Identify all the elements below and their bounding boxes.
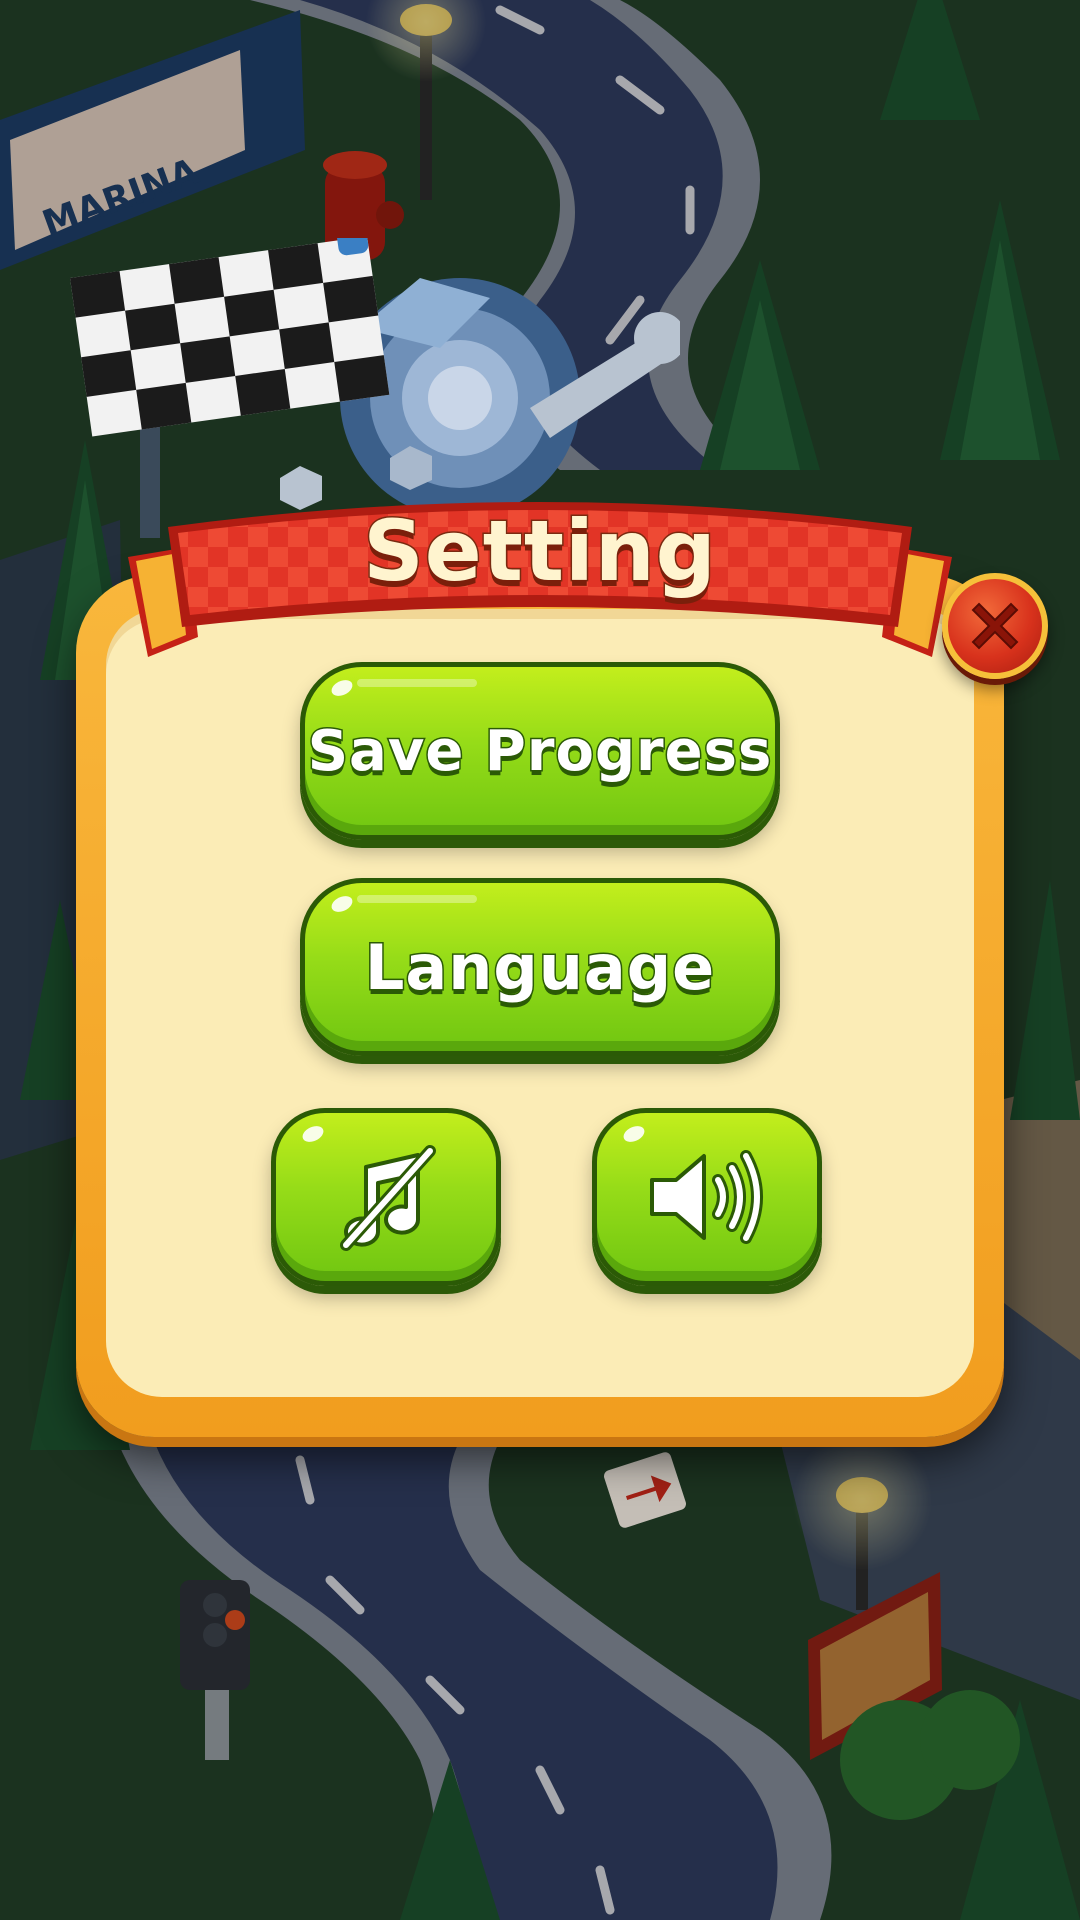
close-button[interactable]	[942, 573, 1048, 679]
button-highlight	[357, 679, 477, 687]
language-button[interactable]: Language	[300, 878, 780, 1056]
close-x-icon	[971, 602, 1019, 650]
save-progress-button[interactable]: Save Progress	[300, 662, 780, 840]
button-highlight	[357, 895, 477, 903]
button-shine	[300, 1123, 326, 1145]
speaker-on-icon	[650, 1150, 763, 1244]
sound-toggle-button[interactable]	[592, 1108, 822, 1286]
language-label: Language	[363, 929, 716, 1005]
music-toggle-button[interactable]	[271, 1108, 501, 1286]
dialog-title: Setting	[362, 501, 718, 602]
button-shine	[329, 677, 355, 699]
music-off-icon	[340, 1145, 436, 1251]
button-shine	[329, 893, 355, 915]
save-progress-label: Save Progress	[306, 717, 773, 785]
